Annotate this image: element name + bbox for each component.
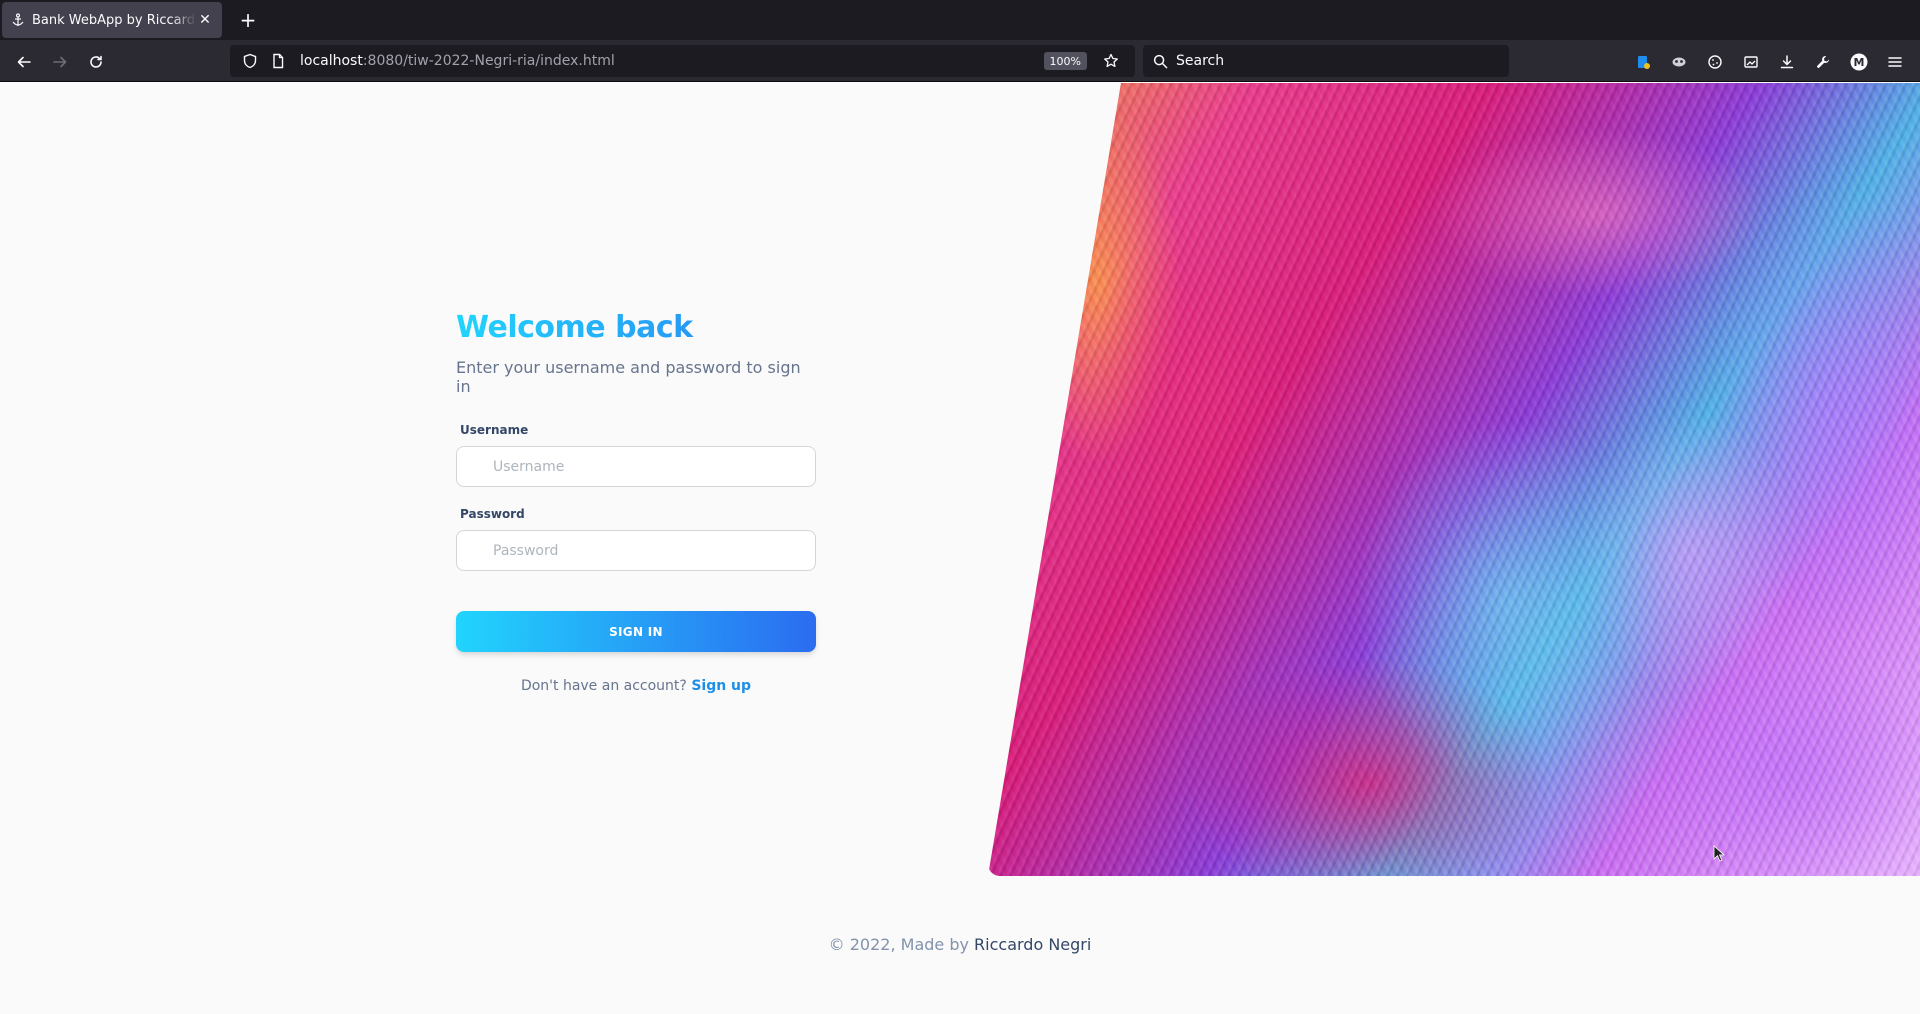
url-text[interactable]: localhost:8080/tiw-2022-Negri-ria/index.… — [300, 53, 615, 69]
account-avatar[interactable]: M — [1845, 48, 1873, 76]
extension-mask-icon[interactable] — [1665, 48, 1693, 76]
mouse-cursor-icon — [1713, 845, 1725, 862]
signup-prompt: Don't have an account? — [520, 678, 687, 694]
cookie-icon[interactable] — [1701, 48, 1729, 76]
browser-tab[interactable]: Bank WebApp by Riccardo Negri ✕ — [2, 2, 222, 38]
tab-close-icon[interactable]: ✕ — [196, 11, 214, 29]
username-label: Username — [460, 423, 529, 437]
url-path: :8080/tiw-2022-Negri-ria/index.html — [362, 53, 615, 69]
page-content: Welcome back Enter your username and pas… — [0, 83, 1920, 1014]
anchor-icon — [10, 12, 26, 28]
account-initial: M — [1853, 55, 1865, 69]
new-tab-button[interactable]: + — [236, 8, 260, 32]
art-texture-overlay — [988, 83, 1920, 876]
page-icon[interactable] — [266, 49, 290, 73]
url-host: localhost — [300, 53, 363, 69]
browser-tab-bar: Bank WebApp by Riccardo Negri ✕ + — [0, 0, 1920, 40]
hamburger-menu-icon[interactable] — [1881, 48, 1909, 76]
sign-up-link[interactable]: Sign up — [691, 678, 751, 694]
reload-button[interactable] — [82, 48, 110, 76]
url-bar[interactable]: localhost:8080/tiw-2022-Negri-ria/index.… — [230, 45, 1135, 77]
download-icon[interactable] — [1773, 48, 1801, 76]
footer-author: Riccardo Negri — [974, 935, 1092, 954]
arrow-left-icon — [17, 56, 31, 68]
search-icon — [1153, 54, 1168, 68]
extension-blue-icon[interactable] — [1629, 48, 1657, 76]
page-subtitle: Enter your username and password to sign… — [456, 358, 801, 396]
back-button[interactable] — [10, 48, 38, 76]
password-label: Password — [460, 507, 525, 521]
footer: © 2022, Made by Riccardo Negri — [0, 935, 1920, 954]
username-input[interactable] — [456, 446, 816, 487]
search-placeholder: Search — [1176, 53, 1225, 69]
forward-button[interactable] — [46, 48, 74, 76]
arrow-right-icon — [53, 56, 67, 68]
bookmark-star-icon[interactable] — [1099, 49, 1123, 73]
zoom-badge[interactable]: 100% — [1043, 52, 1087, 70]
signup-prompt-line: Don't have an account? Sign up — [456, 678, 816, 694]
screenshot-icon[interactable] — [1737, 48, 1765, 76]
shield-icon[interactable] — [238, 49, 262, 73]
sign-in-button[interactable]: SIGN IN — [456, 611, 816, 652]
login-form: Welcome back Enter your username and pas… — [456, 308, 816, 694]
reload-icon — [90, 55, 102, 68]
browser-nav-bar: localhost:8080/tiw-2022-Negri-ria/index.… — [0, 40, 1920, 82]
password-input[interactable] — [456, 530, 816, 571]
search-bar[interactable]: Search — [1143, 45, 1509, 77]
footer-copyright: © 2022, Made by — [828, 935, 969, 954]
page-title: Welcome back — [456, 308, 816, 348]
wrench-icon[interactable] — [1809, 48, 1837, 76]
tab-title: Bank WebApp by Riccardo Negri — [32, 12, 196, 28]
decorative-background-image — [988, 83, 1920, 876]
